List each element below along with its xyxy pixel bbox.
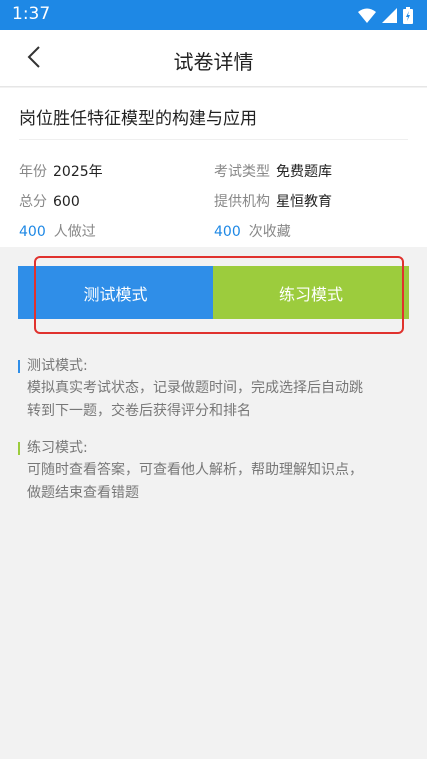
fav-label: 次收藏	[248, 224, 291, 240]
fav-count: 400	[214, 224, 241, 240]
fav-count-row: 400 次收藏	[214, 221, 291, 241]
type-value: 免费题库	[276, 164, 332, 180]
provider-row: 提供机构 星恒教育	[214, 191, 332, 211]
year-label: 年份	[19, 164, 47, 180]
score-value: 600	[53, 194, 80, 210]
status-time: 1:37	[12, 4, 51, 24]
provider-value: 星恒教育	[276, 194, 332, 210]
status-icons	[358, 6, 413, 24]
test-mode-description: 测试模式: 模拟真实考试状态，记录做题时间，完成选择后自动跳 转到下一题，交卷后…	[18, 357, 408, 422]
type-row: 考试类型 免费题库	[214, 161, 332, 181]
done-count: 400	[19, 224, 46, 240]
test-mode-button[interactable]: 测试模式	[18, 266, 213, 319]
practice-mode-description: 练习模式: 可随时查看答案，可查看他人解析，帮助理解知识点， 做题结束查看错题	[18, 439, 408, 504]
done-label: 人做过	[53, 224, 96, 240]
score-row: 总分 600	[19, 191, 80, 211]
year-value: 2025年	[53, 164, 103, 180]
app-header: 试卷详情	[0, 30, 427, 87]
test-mode-bar	[18, 360, 20, 373]
signal-icon	[382, 7, 397, 23]
test-mode-desc-line2: 转到下一题，交卷后获得评分和排名	[27, 403, 251, 419]
practice-mode-desc-line1: 可随时查看答案，可查看他人解析，帮助理解知识点，	[27, 462, 363, 478]
practice-mode-bar	[18, 442, 20, 455]
test-mode-desc-line1: 模拟真实考试状态，记录做题时间，完成选择后自动跳	[27, 380, 363, 396]
score-label: 总分	[19, 194, 47, 210]
type-label: 考试类型	[214, 164, 270, 180]
battery-icon	[403, 6, 413, 24]
wifi-icon	[358, 8, 376, 23]
provider-label: 提供机构	[214, 194, 270, 210]
practice-mode-desc-line2: 做题结束查看错题	[27, 485, 139, 501]
year-row: 年份 2025年	[19, 161, 103, 181]
page-title: 试卷详情	[173, 50, 254, 74]
practice-mode-button[interactable]: 练习模式	[213, 266, 409, 319]
done-count-row: 400 人做过	[19, 221, 96, 241]
exam-title: 岗位胜任特征模型的构建与应用	[19, 109, 257, 129]
status-bar: 1:37	[0, 0, 427, 30]
practice-mode-desc-title: 练习模式:	[27, 440, 88, 456]
exam-info-card: 岗位胜任特征模型的构建与应用 年份 2025年 考试类型 免费题库 总分 600 提供…	[0, 88, 427, 247]
mode-selector: 测试模式 练习模式	[18, 266, 409, 319]
test-mode-desc-title: 测试模式:	[27, 358, 88, 374]
divider	[19, 139, 408, 140]
